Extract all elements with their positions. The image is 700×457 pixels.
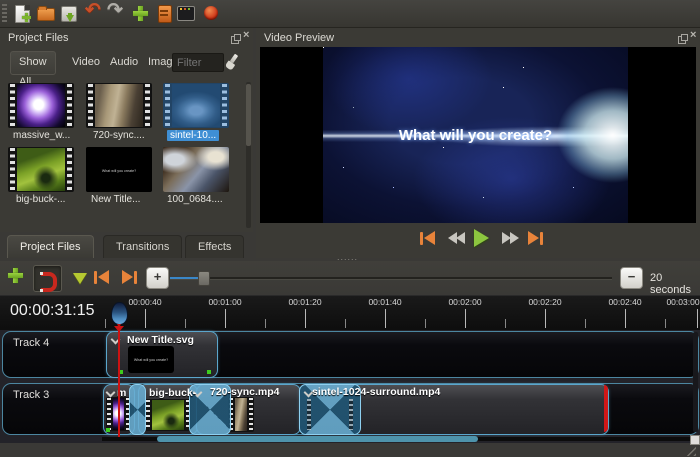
tab-project-files[interactable]: Project Files (7, 235, 94, 258)
playhead-line[interactable] (118, 326, 120, 437)
tab-transitions[interactable]: Transitions (103, 235, 182, 258)
file-item-bigbuck[interactable] (8, 147, 74, 192)
file-label-bigbuck: big-buck-... (16, 194, 65, 205)
clip-new-title[interactable]: New Title.svg What will you create? (106, 331, 218, 378)
clip-new-title-thumbnail: What will you create? (128, 346, 174, 373)
keyframe-dot (106, 428, 110, 432)
transition-menu-chevron-icon[interactable] (304, 388, 312, 396)
zoom-scale-label: 20 seconds (650, 272, 700, 296)
file-label-sintel: sintel-10... (167, 130, 219, 141)
clip-menu-chevron-icon[interactable] (106, 388, 114, 396)
ruler-tick-label: 00:02:00 (448, 297, 481, 307)
ruler-tick-label: 00:02:20 (528, 297, 561, 307)
video-viewport: What will you create? (260, 47, 696, 223)
ruler-tick-label: 00:01:00 (208, 297, 241, 307)
project-files-title: Project Files (8, 32, 69, 44)
thumbnail-bigbuck (17, 148, 65, 191)
file-item-newtitle[interactable]: What will you create? (86, 147, 152, 192)
zoom-slider-handle[interactable] (198, 271, 210, 286)
new-project-icon[interactable] (13, 4, 32, 23)
clear-filter-brush-icon[interactable] (224, 54, 240, 70)
choose-profile-icon[interactable] (176, 4, 195, 23)
export-video-icon[interactable] (202, 4, 221, 23)
track-4-name: Track 4 (13, 337, 49, 349)
tab-effects[interactable]: Effects (185, 235, 244, 258)
filter-show-all-button[interactable]: Show All (10, 51, 56, 75)
clip-new-title-label: New Title.svg (127, 334, 194, 346)
zoom-in-button[interactable]: + (146, 267, 169, 289)
file-label-newtitle: New Title... (91, 194, 140, 205)
keyframe-dot (207, 370, 211, 374)
playhead-marker[interactable] (111, 302, 128, 325)
filter-input[interactable] (172, 53, 224, 72)
clip-sintel-label: sintel-1024-surround.mp4 (312, 386, 440, 398)
file-label-720sync: 720-sync.... (93, 130, 145, 141)
snapping-toggle-button[interactable] (33, 265, 62, 292)
thumbnail-720sync (95, 84, 143, 127)
clip-bigbuck-thumbnail (145, 399, 191, 431)
redo-icon[interactable]: ↷ (107, 1, 126, 20)
project-files-float-icon[interactable] (231, 31, 240, 49)
video-overlay-text: What will you create? (323, 127, 628, 144)
project-files-scrollbar[interactable] (246, 82, 251, 228)
dock-tab-bar: Project Files Transitions Effects (0, 232, 256, 258)
video-preview-close-icon[interactable]: × (690, 31, 696, 40)
current-time-display: 00:00:31:15 (10, 302, 95, 320)
clip-bigbuck-label: big-buck- (149, 387, 196, 399)
transition-1[interactable] (129, 384, 146, 435)
ruler-tick-label: 00:01:40 (368, 297, 401, 307)
import-files-icon[interactable] (132, 4, 151, 23)
file-item-sintel[interactable] (163, 83, 229, 128)
file-item-bedroom[interactable] (163, 147, 229, 192)
zoom-slider-track[interactable] (170, 277, 612, 280)
file-item-massive[interactable] (8, 83, 74, 128)
timeline-vscroll[interactable] (693, 332, 698, 432)
zoom-slider-fill (170, 277, 200, 279)
ruler-tick-label: 00:00:40 (128, 297, 161, 307)
clip-720sync-label: 720-sync.mp4 (210, 386, 279, 398)
video-preview-title: Video Preview (264, 32, 334, 44)
track-3-name: Track 3 (13, 389, 49, 401)
ruler-tick-label: 00:03:00 (666, 297, 699, 307)
openshot-window: ↶ ↷ Project Files × Show All Video Audio… (0, 0, 700, 457)
video-frame: What will you create? (323, 47, 628, 223)
file-item-720sync[interactable] (86, 83, 152, 128)
timeline-tracks-area[interactable]: Track 4 New Title.svg What will you crea… (0, 330, 700, 443)
undo-icon[interactable]: ↶ (85, 1, 104, 20)
ruler-tick-label: 00:02:40 (608, 297, 641, 307)
clip-trim-end-handle[interactable] (604, 385, 608, 432)
magnet-icon (41, 272, 57, 292)
file-label-bedroom: 100_0684.... (167, 194, 223, 205)
selection-overlay (163, 83, 229, 128)
file-label-massive: massive_w... (13, 130, 70, 141)
toolbar-drag-handle[interactable] (2, 4, 7, 23)
thumbnail-bedroom (163, 147, 229, 192)
zoom-out-button[interactable]: − (620, 267, 643, 289)
save-project-icon[interactable] (59, 4, 78, 23)
ruler-tick-label: 00:01:20 (288, 297, 321, 307)
play-button[interactable] (474, 229, 489, 247)
main-toolbar: ↶ ↷ (0, 0, 700, 28)
thumbnail-massive (17, 84, 65, 127)
razor-tool-icon[interactable] (73, 273, 87, 284)
thumbnail-newtitle: What will you create? (86, 147, 152, 192)
open-project-icon[interactable] (36, 4, 55, 23)
scrollbar-corner (690, 435, 700, 445)
clip-720sync-thumbnail (228, 397, 254, 432)
transition-thumbnail (306, 398, 354, 431)
window-resize-grip[interactable] (684, 446, 696, 456)
title-editor-icon[interactable] (155, 4, 174, 23)
timeline-hscroll-thumb[interactable] (157, 436, 478, 442)
project-files-close-icon[interactable]: × (243, 31, 249, 40)
